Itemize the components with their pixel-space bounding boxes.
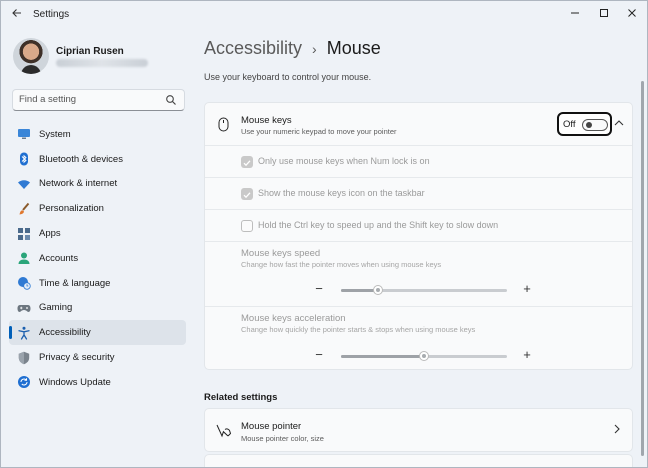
avatar[interactable] — [13, 38, 49, 74]
title-bar: Settings — [1, 1, 647, 29]
related-item-subtitle: Mouse pointer color, size — [241, 434, 324, 443]
apps-icon — [17, 227, 31, 241]
breadcrumb-separator: › — [312, 40, 317, 57]
mouse-pointer-icon — [216, 424, 232, 438]
mouse-keys-toggle[interactable] — [582, 119, 608, 131]
paintbrush-icon — [17, 202, 31, 216]
sidebar-item-time-language[interactable]: Time & language — [9, 271, 186, 296]
breadcrumb: Accessibility › Mouse — [204, 38, 381, 59]
chevron-up-icon[interactable] — [614, 119, 624, 127]
checkbox-label: Only use mouse keys when Num lock is on — [258, 156, 430, 166]
mouse-keys-card: Mouse keys Use your numeric keypad to mo… — [204, 102, 633, 370]
sidebar-item-bluetooth[interactable]: Bluetooth & devices — [9, 147, 186, 172]
speed-row: Mouse keys speed Change how fast the poi… — [205, 242, 632, 307]
acceleration-slider[interactable] — [341, 351, 507, 361]
sidebar-item-network[interactable]: Network & internet — [9, 172, 186, 197]
globe-clock-icon — [17, 276, 31, 290]
speed-slider[interactable] — [341, 285, 507, 295]
mouse-keys-toggle-focus[interactable]: Off — [557, 112, 612, 136]
page-description: Use your keyboard to control your mouse. — [204, 72, 372, 82]
sidebar-item-label: Personalization — [39, 203, 104, 215]
sidebar-item-personalization[interactable]: Personalization — [9, 196, 186, 221]
search-icon[interactable] — [165, 94, 177, 106]
sidebar-item-label: Network & internet — [39, 178, 118, 190]
option-row[interactable]: Only use mouse keys when Num lock is on — [205, 146, 632, 178]
related-settings-heading: Related settings — [204, 392, 278, 403]
toggle-state-label: Off — [563, 119, 576, 130]
sidebar-item-label: Gaming — [39, 302, 73, 314]
person-icon — [17, 251, 31, 265]
app-title: Settings — [33, 9, 70, 20]
acceleration-increase-button[interactable]: + — [520, 347, 534, 362]
acceleration-title: Mouse keys acceleration — [241, 313, 346, 324]
related-item-title: Mouse pointer — [241, 421, 302, 432]
mouse-keys-header-row[interactable]: Mouse keys Use your numeric keypad to mo… — [205, 103, 632, 146]
profile-email-blurred — [56, 59, 148, 67]
shield-icon — [17, 351, 31, 365]
minimize-button[interactable] — [565, 5, 585, 25]
maximize-button[interactable] — [594, 5, 614, 25]
sidebar-item-accounts[interactable]: Accounts — [9, 246, 186, 271]
toggle-knob — [586, 122, 592, 128]
acceleration-slider-fill — [341, 355, 424, 358]
page-title: Mouse — [326, 38, 381, 58]
acceleration-decrease-button[interactable]: − — [312, 347, 326, 362]
mouse-keys-title: Mouse keys — [241, 115, 292, 126]
sidebar-item-windows-update[interactable]: Windows Update — [9, 370, 186, 395]
search-input[interactable] — [19, 94, 159, 105]
monitor-icon — [17, 127, 31, 141]
speed-increase-button[interactable]: + — [520, 281, 534, 296]
mouse-keys-subtitle: Use your numeric keypad to move your poi… — [241, 127, 397, 136]
accessibility-icon — [17, 326, 31, 340]
speed-subtitle: Change how fast the pointer moves when u… — [241, 260, 442, 269]
sidebar-item-system[interactable]: System — [9, 122, 186, 147]
sidebar-item-label: Accessibility — [39, 327, 91, 339]
checkbox-label: Hold the Ctrl key to speed up and the Sh… — [258, 220, 499, 230]
checkbox-ctrl-shift[interactable] — [241, 220, 253, 232]
scrollbar[interactable] — [641, 81, 644, 456]
checkbox-num-lock[interactable] — [241, 156, 253, 168]
sidebar-item-label: Apps — [39, 228, 61, 240]
wifi-icon — [17, 177, 31, 191]
related-item-mouse-pointer[interactable]: Mouse pointer Mouse pointer color, size — [204, 408, 633, 452]
back-arrow-icon[interactable] — [9, 7, 25, 23]
acceleration-row: Mouse keys acceleration Change how quick… — [205, 307, 632, 371]
sidebar-item-label: Bluetooth & devices — [39, 153, 123, 165]
option-row[interactable]: Hold the Ctrl key to speed up and the Sh… — [205, 210, 632, 242]
settings-window: Settings Ciprian Rusen System Bluetooth … — [0, 0, 648, 468]
search-box[interactable] — [12, 89, 185, 111]
sidebar-item-gaming[interactable]: Gaming — [9, 296, 186, 321]
bluetooth-icon — [17, 152, 31, 166]
speed-slider-thumb[interactable] — [372, 285, 383, 295]
mouse-icon — [218, 117, 229, 132]
profile-name: Ciprian Rusen — [56, 46, 124, 57]
sidebar-item-label: Accounts — [39, 252, 79, 264]
checkbox-taskbar-icon[interactable] — [241, 188, 253, 200]
speed-title: Mouse keys speed — [241, 248, 321, 259]
sidebar-item-label: Time & language — [39, 277, 111, 289]
acceleration-slider-thumb[interactable] — [419, 351, 429, 361]
sidebar-item-label: Windows Update — [39, 376, 111, 388]
checkbox-label: Show the mouse keys icon on the taskbar — [258, 188, 425, 198]
related-item-next-partial[interactable] — [204, 454, 633, 467]
sidebar-nav: System Bluetooth & devices Network & int… — [9, 122, 186, 395]
close-button[interactable] — [622, 5, 642, 25]
breadcrumb-parent[interactable]: Accessibility — [204, 38, 302, 59]
chevron-right-icon — [614, 424, 620, 434]
option-row[interactable]: Show the mouse keys icon on the taskbar — [205, 178, 632, 210]
refresh-icon — [17, 375, 31, 389]
speed-decrease-button[interactable]: − — [312, 281, 326, 296]
sidebar-item-accessibility[interactable]: Accessibility — [9, 320, 186, 346]
acceleration-subtitle: Change how quickly the pointer starts & … — [241, 325, 476, 334]
gamepad-icon — [17, 301, 31, 315]
sidebar-item-apps[interactable]: Apps — [9, 221, 186, 246]
sidebar-item-label: Privacy & security — [39, 352, 115, 364]
sidebar-item-label: System — [39, 128, 71, 140]
sidebar-item-privacy[interactable]: Privacy & security — [9, 345, 186, 370]
